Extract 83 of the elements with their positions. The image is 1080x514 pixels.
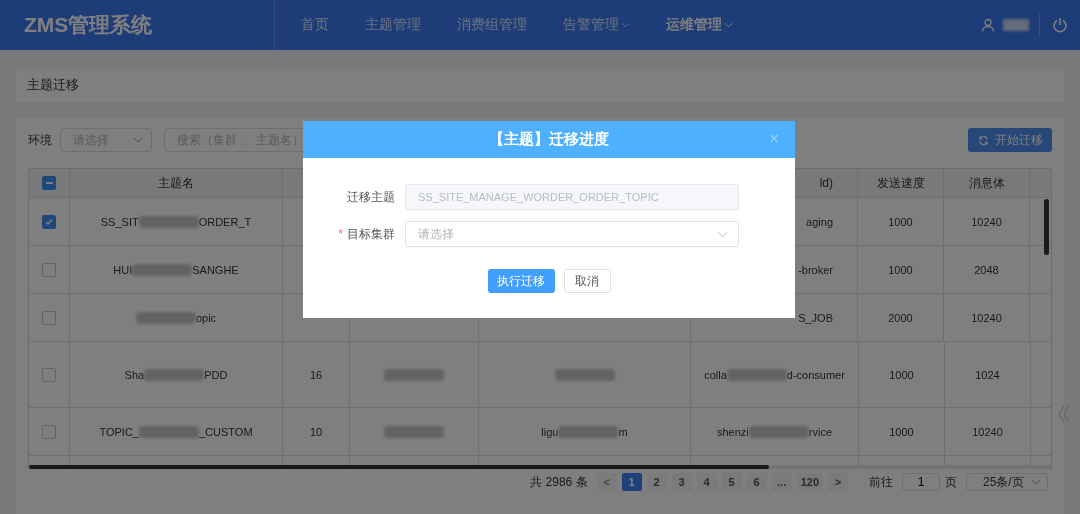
dialog-title: 【主题】迁移进度 [489, 130, 609, 149]
next-page-button[interactable]: > [828, 473, 848, 491]
table-cell: SANGHE [192, 263, 239, 276]
row-checkbox[interactable] [42, 310, 56, 325]
prev-page-button[interactable]: < [596, 473, 617, 491]
table-cell: 1000 [889, 425, 914, 438]
column-header: 发送速度 [876, 174, 925, 192]
table-cell: d-consumer [786, 368, 845, 381]
chevron-down-icon [1031, 479, 1041, 485]
row-checkbox[interactable] [42, 214, 56, 229]
table-cell: 2000 [888, 311, 913, 324]
column-header: ld) [819, 176, 833, 190]
table-cell: 10240 [971, 215, 1002, 228]
row-checkbox[interactable] [42, 262, 56, 277]
cancel-button[interactable]: 取消 [563, 269, 611, 293]
page-button[interactable]: 3 [671, 473, 692, 491]
page-size-select[interactable]: 25条/页 [966, 473, 1048, 491]
scrollbar-thumb[interactable] [1044, 199, 1049, 255]
page-button[interactable]: 2 [646, 473, 667, 491]
checkmark-icon [44, 216, 54, 227]
close-button[interactable]: × [769, 130, 779, 148]
table-cell: 16 [309, 368, 323, 381]
collapse-icon[interactable] [1057, 404, 1071, 424]
page-button[interactable]: 5 [721, 473, 742, 491]
page-button[interactable]: 120 [796, 473, 823, 491]
page-button[interactable]: 1 [621, 473, 642, 491]
page-number-field[interactable]: 1 [902, 473, 940, 491]
table-cell: colla [704, 368, 727, 381]
table-cell: 1024 [975, 368, 1000, 381]
table-cell: 10240 [971, 311, 1002, 324]
app-logo: ZMS管理系统 [23, 12, 154, 38]
start-migration-button[interactable]: 开始迁移 [968, 128, 1052, 152]
nav-item[interactable]: 主题管理 [347, 16, 439, 34]
chevron-down-icon [717, 230, 728, 238]
table-cell: opic [195, 311, 217, 324]
user-name-blur [1003, 19, 1029, 31]
field-label: * 目标集群 [337, 225, 396, 243]
table-cell: ligu [541, 425, 559, 438]
table-cell: Sha [124, 368, 145, 381]
power-icon[interactable] [1052, 17, 1068, 33]
table-cell: SS_SIT [100, 215, 139, 228]
scrollbar-thumb[interactable] [29, 465, 769, 469]
table-cell: PDD [204, 368, 228, 381]
environment-label: 环境 [28, 131, 52, 149]
goto-label: 前往 [869, 473, 893, 491]
row-checkbox[interactable] [42, 367, 56, 382]
table-cell: m [618, 425, 628, 438]
table-cell: aging [806, 215, 833, 228]
table-cell: 1000 [889, 368, 914, 381]
table-cell: -broker [798, 263, 833, 276]
table-cell: 10240 [972, 425, 1003, 438]
field-label: 迁移主题 [346, 188, 396, 206]
nav-item[interactable]: 运维管理 [648, 16, 751, 34]
cluster-select[interactable]: 请选择 [405, 221, 739, 247]
nav-item[interactable]: 首页 [283, 16, 347, 34]
table-cell: 2048 [974, 263, 999, 276]
page-button[interactable]: 4 [696, 473, 717, 491]
table-cell: ORDER_T [198, 215, 252, 228]
column-header: 消息体 [968, 174, 1005, 192]
nav-item[interactable]: 消费组管理 [439, 16, 545, 34]
column-header: 主题名 [158, 174, 194, 192]
required-mark: * [338, 226, 343, 241]
select-all-checkbox[interactable] [42, 176, 56, 190]
user-icon[interactable] [981, 18, 995, 32]
table-cell: S_JOB [798, 311, 833, 324]
row-checkbox[interactable] [42, 424, 56, 439]
table-cell: 1000 [888, 263, 913, 276]
nav-item[interactable]: 告警管理 [545, 16, 648, 34]
table-cell: _CUSTOM [198, 425, 253, 438]
table-cell: shenzi [717, 425, 749, 438]
total-count: 共 2986 条 [530, 473, 588, 491]
table-cell: 1000 [888, 215, 913, 228]
chevron-down-icon [133, 137, 143, 143]
table-cell: 10 [309, 425, 323, 438]
refresh-icon [977, 134, 989, 146]
confirm-button[interactable]: 执行迁移 [487, 269, 555, 293]
table-cell: rvice [808, 425, 832, 438]
page-unit-label: 页 [945, 473, 957, 491]
page-button[interactable]: ... [771, 473, 792, 491]
table-cell: TOPIC_ [99, 425, 139, 438]
page-title: 主题迁移 [27, 76, 79, 94]
page-button[interactable]: 6 [746, 473, 767, 491]
table-cell: HUI [113, 263, 133, 276]
